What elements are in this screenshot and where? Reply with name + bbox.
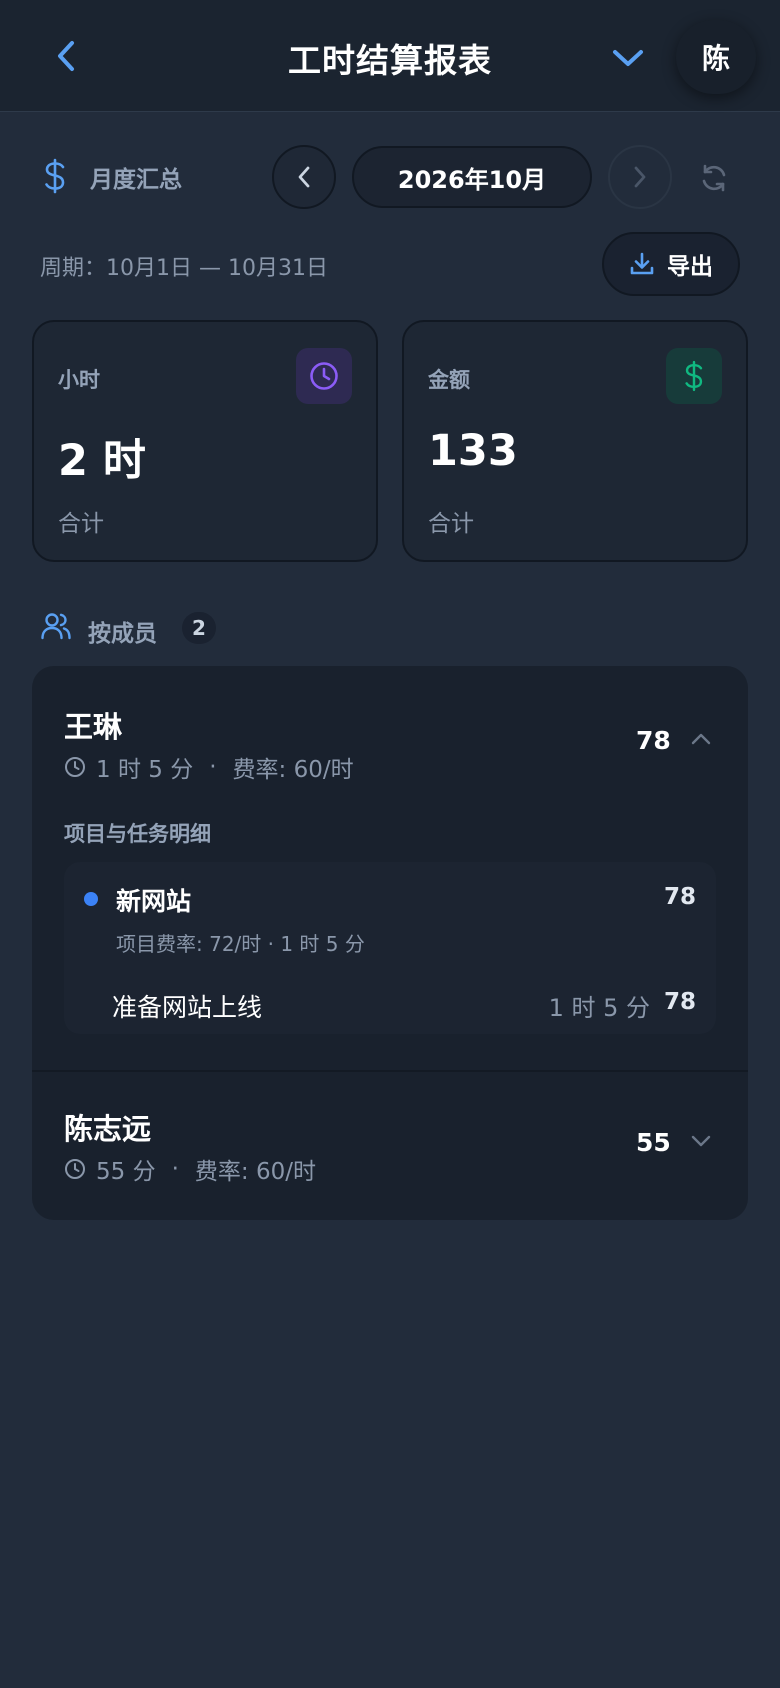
chevron-down-icon [691, 1135, 711, 1147]
project-color-dot [84, 892, 98, 906]
task-name: 准备网站上线 [112, 993, 263, 1022]
member-duration: 1 时 5 分 [96, 757, 194, 783]
member-amount: 55 [636, 1128, 671, 1157]
refresh-button[interactable] [694, 158, 734, 198]
expand-toggle[interactable] [686, 1126, 716, 1156]
members-list: 王琳 1 时 5 分 · 费率: 60/时 78 项目与任务明细 新网站 78 … [32, 666, 748, 1220]
chevron-left-icon [298, 166, 310, 188]
amount-icon-badge [666, 348, 722, 404]
task-time: 1 时 5 分 [548, 994, 650, 1022]
member-name: 王琳 [64, 710, 123, 744]
amount-sub: 合计 [428, 511, 474, 537]
project-meta: 项目费率: 72/时 · 1 时 5 分 [116, 932, 365, 956]
hours-card: 小时 2 时 合计 [32, 320, 378, 562]
details-title: 项目与任务明细 [64, 822, 211, 846]
clock-icon [65, 1159, 85, 1179]
members-section-header: 按成员 2 [40, 608, 440, 648]
member-row-wang-lin[interactable]: 王琳 1 时 5 分 · 费率: 60/时 78 [32, 666, 748, 796]
chevron-right-icon [634, 166, 646, 188]
export-button[interactable]: 导出 [602, 232, 740, 296]
project-detail: 新网站 78 项目费率: 72/时 · 1 时 5 分 准备网站上线 1 时 5… [64, 862, 716, 1034]
clock-icon [65, 757, 85, 777]
users-icon [41, 613, 71, 640]
member-rate: 费率: 60/时 [232, 757, 354, 783]
refresh-icon [702, 164, 726, 192]
app-header: 工时结算报表 陈 [0, 0, 780, 112]
avatar[interactable]: 陈 [676, 20, 756, 94]
chevron-down-icon [613, 50, 643, 66]
clock-icon [310, 362, 338, 390]
dollar-icon [685, 360, 703, 392]
task-amount: 78 [663, 989, 696, 1015]
members-label: 按成员 [88, 621, 157, 647]
chevron-up-icon [691, 733, 711, 745]
month-selector[interactable]: 2026年10月 [352, 146, 592, 208]
download-icon [630, 252, 654, 275]
period-text: 周期：10月1日 — 10月31日 [40, 256, 328, 281]
member-meta: 1 时 5 分 · 费率: 60/时 [64, 750, 354, 784]
members-count-badge: 2 [182, 612, 216, 644]
project-name: 新网站 [116, 887, 192, 916]
hours-value: 2 时 [58, 436, 146, 486]
amount-card: 金额 133 合计 [402, 320, 748, 562]
hours-sub: 合计 [58, 511, 104, 537]
member-name: 陈志远 [64, 1112, 152, 1146]
dollar-icon [45, 158, 65, 194]
collapse-toggle[interactable] [686, 724, 716, 754]
prev-month-button[interactable] [272, 145, 336, 209]
page-title: 工时结算报表 [288, 41, 492, 80]
next-month-button[interactable] [608, 145, 672, 209]
amount-value: 133 [428, 426, 518, 476]
hours-label: 小时 [58, 368, 100, 392]
member-amount: 78 [636, 726, 671, 755]
meta-separator: · [171, 1156, 179, 1182]
member-meta: 55 分 · 费率: 60/时 [64, 1152, 316, 1186]
hours-icon-badge [296, 348, 352, 404]
meta-separator: · [209, 754, 217, 780]
member-rate: 费率: 60/时 [194, 1159, 316, 1185]
summary-label: 月度汇总 [90, 167, 182, 193]
project-amount: 78 [663, 884, 696, 910]
amount-label: 金额 [428, 368, 470, 392]
export-label: 导出 [667, 254, 713, 280]
dropdown-button[interactable] [606, 36, 650, 80]
monthly-summary-bar: 月度汇总 2026年10月 [0, 140, 780, 210]
member-duration: 55 分 [96, 1159, 156, 1185]
member-row-chen-zhiyuan[interactable]: 陈志远 55 分 · 费率: 60/时 55 [32, 1072, 748, 1220]
